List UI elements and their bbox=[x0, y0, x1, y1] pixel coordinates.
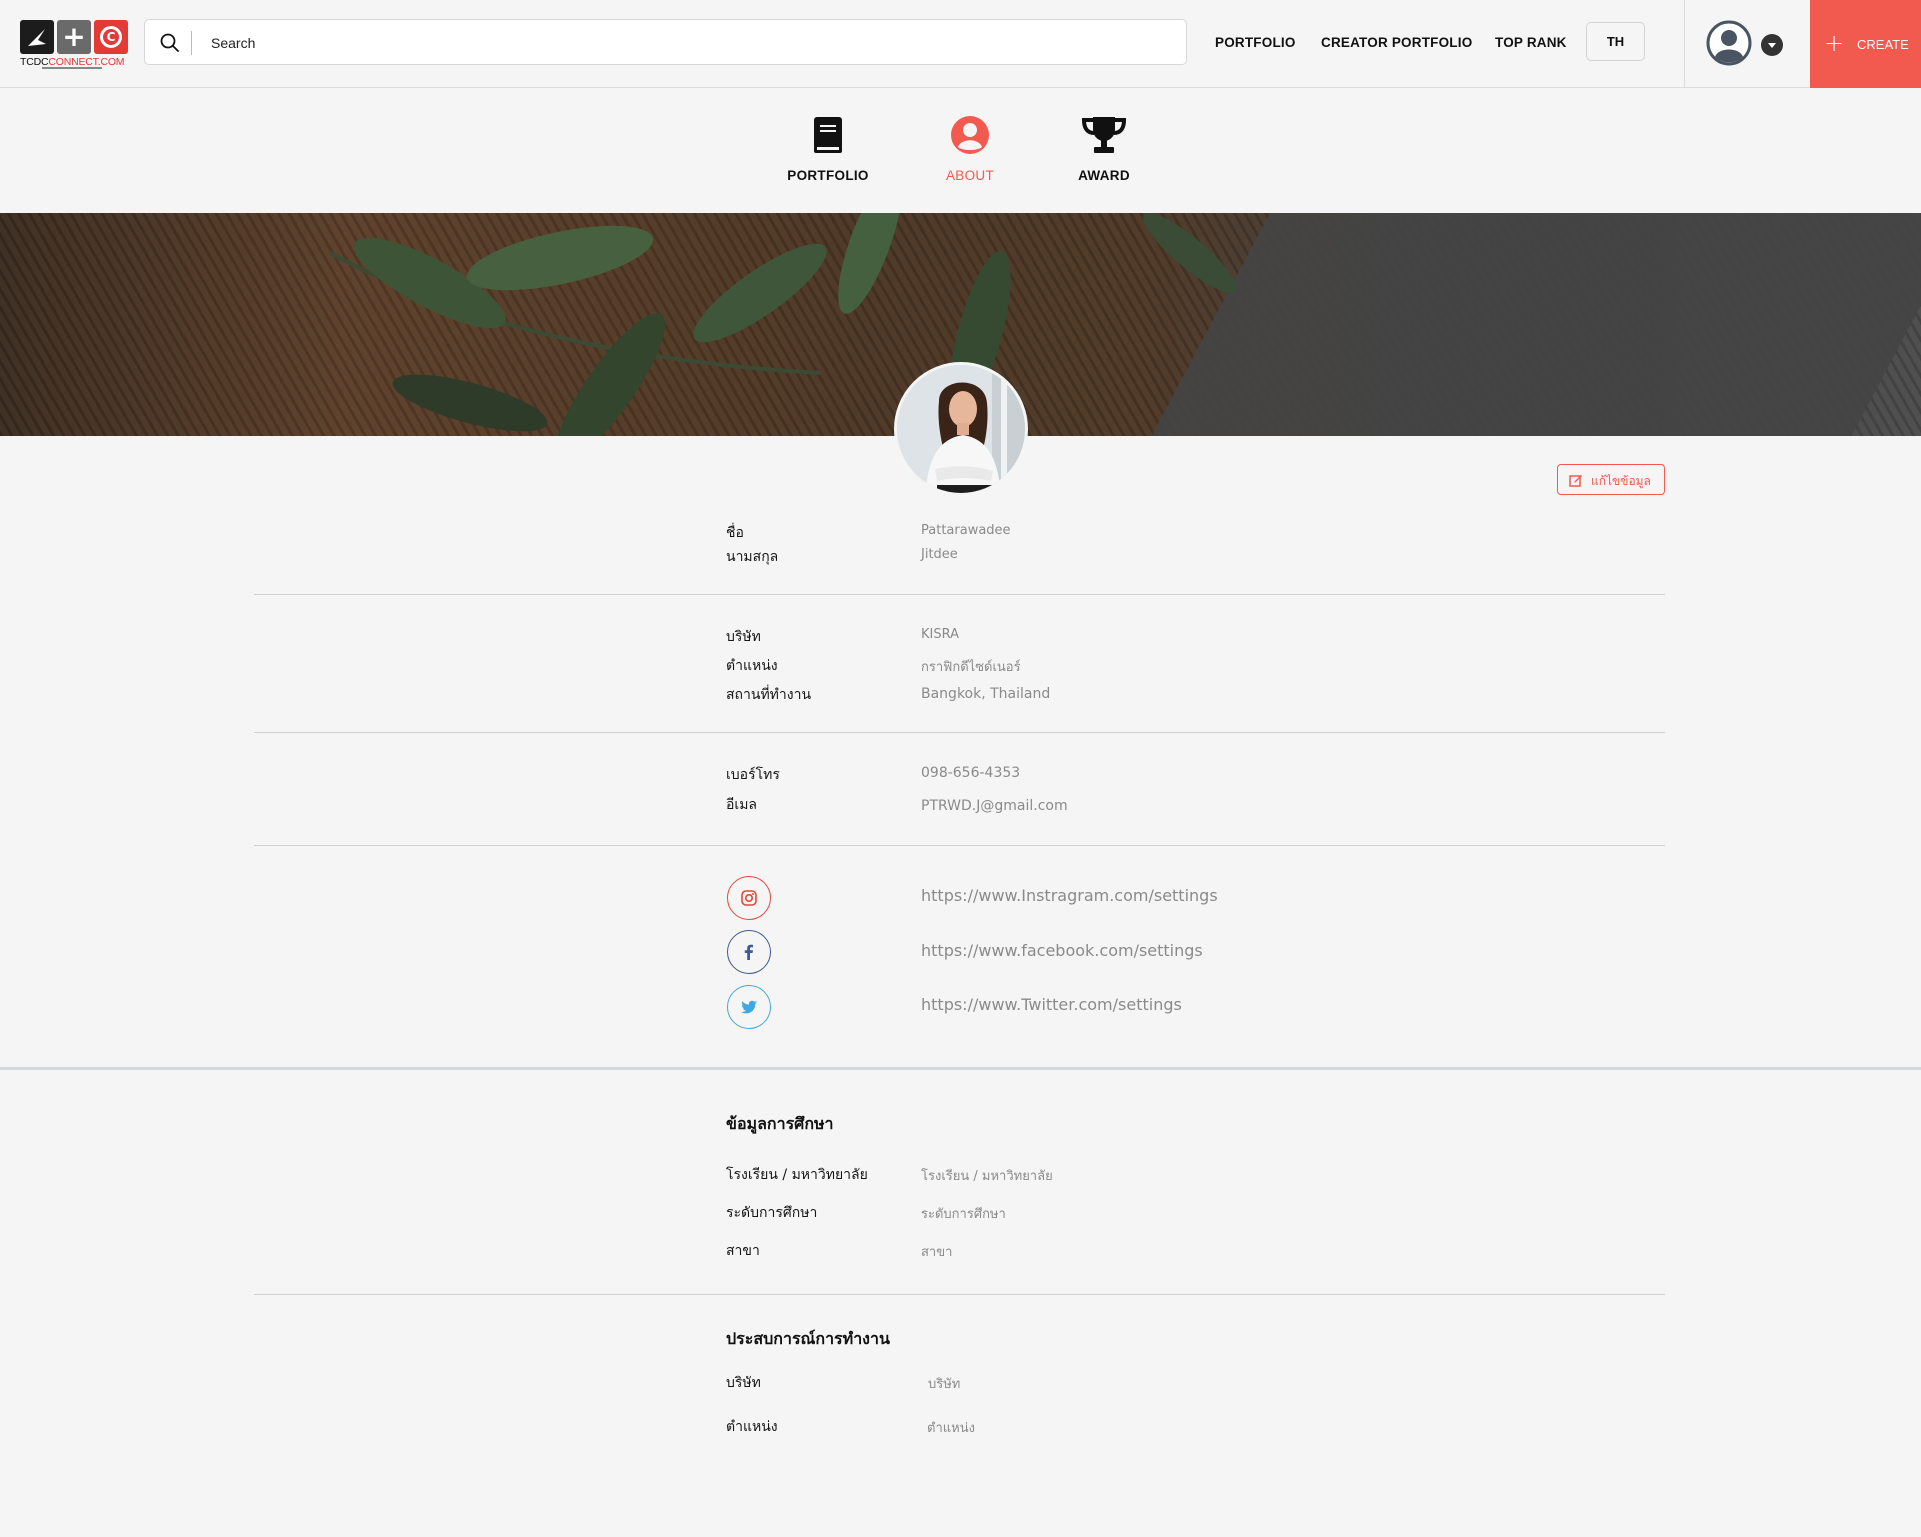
tab-about[interactable]: ABOUT bbox=[915, 114, 1025, 183]
education-title: ข้อมูลการศึกษา bbox=[726, 1114, 834, 1133]
facebook-icon[interactable] bbox=[727, 930, 771, 974]
position-label: ตำแหน่ง bbox=[726, 658, 778, 674]
workplace-value: Bangkok, Thailand bbox=[921, 686, 1051, 702]
language-button[interactable]: TH bbox=[1586, 22, 1645, 61]
book-icon bbox=[814, 117, 842, 153]
twitter-link[interactable]: https://www.Twitter.com/settings bbox=[921, 995, 1182, 1014]
school-value: โรงเรียน / มหาวิทยาลัย bbox=[921, 1169, 1053, 1184]
copyright-icon: C bbox=[100, 26, 122, 48]
name-label: ชื่อ bbox=[726, 525, 744, 541]
profile-photo-image bbox=[897, 365, 1025, 493]
position-value: กราฟิกดีไซด์เนอร์ bbox=[921, 660, 1021, 675]
exp-position-label: ตำแหน่ง bbox=[726, 1419, 778, 1435]
bird-icon bbox=[28, 29, 46, 46]
surname-value: Jitdee bbox=[921, 547, 958, 562]
workplace-label: สถานที่ทำงาน bbox=[726, 687, 812, 703]
email-value: PTRWD.J@gmail.com bbox=[921, 798, 1068, 814]
divider bbox=[254, 1294, 1665, 1295]
create-button[interactable]: + CREATE bbox=[1810, 0, 1921, 88]
email-label: อีเมล bbox=[726, 797, 758, 813]
name-value: Pattarawadee bbox=[921, 523, 1011, 538]
instagram-icon[interactable] bbox=[727, 876, 771, 920]
divider bbox=[254, 594, 1665, 595]
exp-company-label: บริษัท bbox=[726, 1375, 761, 1391]
nav-creator-portfolio[interactable]: CREATOR PORTFOLIO bbox=[1321, 35, 1472, 50]
plus-icon: + bbox=[1824, 29, 1845, 57]
level-value: ระดับการศึกษา bbox=[921, 1207, 1006, 1222]
divider bbox=[254, 732, 1665, 733]
level-label: ระดับการศึกษา bbox=[726, 1205, 818, 1221]
nav-portfolio[interactable]: PORTFOLIO bbox=[1215, 35, 1296, 50]
tab-label: ABOUT bbox=[945, 168, 994, 183]
phone-label: เบอร์โทร bbox=[726, 767, 780, 783]
experience-title: ประสบการณ์การทำงาน bbox=[726, 1329, 890, 1348]
profile-photo bbox=[894, 362, 1028, 496]
plus-logo-icon: + bbox=[62, 20, 86, 53]
divider bbox=[254, 845, 1665, 846]
search-input[interactable] bbox=[211, 31, 1111, 55]
section-divider bbox=[0, 1067, 1921, 1070]
edit-profile-button[interactable]: แก้ไขข้อมูล bbox=[1557, 464, 1665, 495]
top-header: + C TCDCCONNECT.COM PORTFOLIO CREATOR PO… bbox=[0, 0, 1921, 88]
school-label: โรงเรียน / มหาวิทยาลัย bbox=[726, 1167, 868, 1183]
company-label: บริษัท bbox=[726, 629, 761, 645]
surname-label: นามสกุล bbox=[726, 549, 779, 565]
user-circle-icon bbox=[951, 116, 989, 154]
tab-award[interactable]: AWARD bbox=[1049, 114, 1159, 183]
nav-top-rank[interactable]: TOP RANK bbox=[1495, 35, 1567, 50]
tab-label: PORTFOLIO bbox=[787, 168, 869, 183]
search-icon[interactable] bbox=[159, 32, 181, 54]
facebook-link[interactable]: https://www.facebook.com/settings bbox=[921, 941, 1203, 960]
edit-icon bbox=[1569, 475, 1582, 487]
tab-label: AWARD bbox=[1078, 168, 1130, 183]
tab-portfolio[interactable]: PORTFOLIO bbox=[773, 114, 883, 183]
site-logo[interactable]: + C TCDCCONNECT.COM bbox=[20, 20, 128, 72]
search-bar bbox=[144, 19, 1187, 65]
exp-position-value: ตำแหน่ง bbox=[927, 1421, 975, 1436]
phone-value: 098-656-4353 bbox=[921, 765, 1021, 781]
trophy-icon bbox=[1081, 117, 1127, 153]
major-value: สาขา bbox=[921, 1245, 953, 1260]
chevron-down-icon[interactable] bbox=[1761, 34, 1783, 56]
company-value: KISRA bbox=[921, 627, 960, 642]
twitter-icon[interactable] bbox=[727, 985, 771, 1029]
instagram-link[interactable]: https://www.Instragram.com/settings bbox=[921, 886, 1218, 905]
major-label: สาขา bbox=[726, 1243, 760, 1259]
exp-company-value: บริษัท bbox=[928, 1377, 961, 1392]
user-avatar-icon[interactable] bbox=[1706, 20, 1752, 66]
